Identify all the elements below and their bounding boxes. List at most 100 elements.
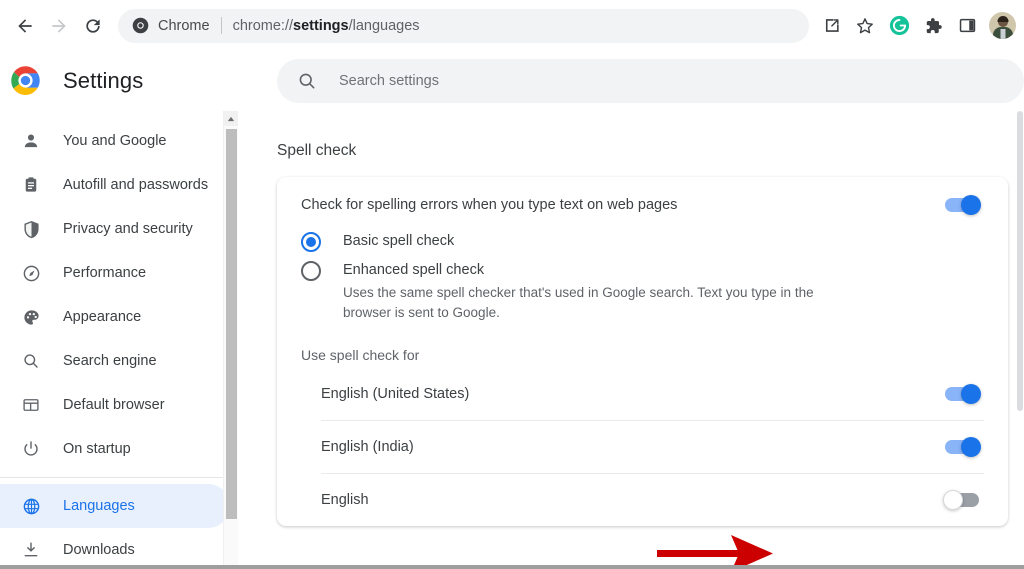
spellcheck-enable-label: Check for spelling errors when you type …: [301, 197, 678, 213]
search-input[interactable]: [339, 58, 1024, 103]
radio-label: Basic spell check: [343, 233, 455, 249]
omnibox-url: chrome://settings/languages: [233, 18, 420, 34]
language-label: English (United States): [321, 385, 470, 402]
back-button[interactable]: [8, 9, 42, 43]
url-bold-part: settings: [293, 17, 349, 34]
sidebar-item-default-browser[interactable]: Default browser: [0, 383, 230, 427]
language-toggle-english[interactable]: [943, 490, 979, 510]
reload-button[interactable]: [76, 9, 110, 43]
power-icon: [20, 438, 42, 460]
sidebar-item-languages[interactable]: Languages: [0, 484, 230, 528]
spellcheck-enable-row[interactable]: Check for spelling errors when you type …: [277, 177, 1008, 231]
bookmark-star-icon: [857, 17, 873, 33]
settings-main-content: Spell check Check for spelling errors wh…: [238, 111, 1024, 569]
settings-header: Settings: [0, 51, 1024, 111]
language-row-english-united-states[interactable]: English (United States): [321, 367, 984, 420]
sidebar-label: Languages: [63, 498, 135, 514]
share-icon: [825, 19, 839, 32]
sidebar-label: Downloads: [63, 542, 135, 558]
sidebar-item-on-startup[interactable]: On startup: [0, 427, 230, 471]
shield-icon: [20, 218, 42, 240]
sidebar-item-appearance[interactable]: Appearance: [0, 295, 230, 339]
radio-label: Enhanced spell check: [343, 262, 485, 278]
settings-brand: Settings: [0, 65, 277, 96]
browser-window-icon: [20, 394, 42, 416]
sidebar-label: Privacy and security: [63, 221, 193, 237]
sidebar-divider: [0, 477, 238, 478]
omnibox-separator: [220, 17, 222, 34]
spellcheck-enable-toggle[interactable]: [945, 195, 981, 215]
extensions-button[interactable]: [917, 10, 949, 42]
radio-row-basic-spell-check[interactable]: Basic spell check: [301, 231, 984, 260]
sidebar-item-performance[interactable]: Performance: [0, 251, 230, 295]
settings-sidebar: You and Google Autofill and passwords Pr…: [0, 111, 238, 569]
radio-description: Uses the same spell checker that's used …: [343, 285, 814, 320]
toggle-knob: [961, 383, 981, 404]
spell-check-card: Check for spelling errors when you type …: [277, 177, 1008, 526]
person-icon: [20, 130, 42, 152]
grammarly-extension-icon: [889, 15, 909, 36]
sidebar-item-privacy-security[interactable]: Privacy and security: [0, 207, 230, 251]
settings-body: You and Google Autofill and passwords Pr…: [0, 111, 1024, 569]
sidebar-label: Performance: [63, 265, 147, 281]
avatar-shirt: [1000, 28, 1005, 39]
sidebar-item-you-and-google[interactable]: You and Google: [0, 119, 230, 163]
toolbar-icons: [815, 10, 1016, 42]
sidebar-item-search-engine[interactable]: Search engine: [0, 339, 230, 383]
bookmark-button[interactable]: [849, 10, 881, 42]
toggle-knob: [943, 490, 963, 510]
radio-texts: Basic spell check: [343, 231, 984, 251]
avatar-hair: [997, 15, 1008, 22]
share-button[interactable]: [815, 10, 847, 42]
chrome-logo-icon: [10, 65, 41, 96]
use-spell-check-for-label: Use spell check for: [301, 347, 420, 363]
sidebar-label: Search engine: [63, 353, 157, 369]
sidebar-scroll-up-button[interactable]: [224, 111, 238, 126]
url-prefix: chrome://: [232, 17, 294, 34]
side-panel-button[interactable]: [951, 10, 983, 42]
toggle-knob: [961, 437, 981, 457]
toggle-knob: [961, 195, 981, 215]
browser-toolbar: Chrome chrome://settings/languages: [0, 0, 1024, 51]
sidebar-label: On startup: [63, 441, 131, 457]
radio-row-enhanced-spell-check[interactable]: Enhanced spell check Uses the same spell…: [301, 260, 984, 331]
download-icon: [20, 539, 42, 561]
window-bottom-edge: [0, 565, 1024, 569]
globe-icon: [20, 495, 42, 517]
language-toggle-english-india[interactable]: [945, 437, 981, 457]
address-bar[interactable]: Chrome chrome://settings/languages: [118, 8, 809, 43]
sidebar-item-autofill-passwords[interactable]: Autofill and passwords: [0, 163, 230, 207]
radio-basic-spell-check[interactable]: [301, 232, 321, 252]
language-label: English (India): [321, 439, 414, 455]
grammarly-extension-button[interactable]: [883, 10, 915, 42]
sidebar-label: Default browser: [63, 397, 165, 413]
language-toggle-english-united-states[interactable]: [945, 383, 981, 404]
language-row-english-india[interactable]: English (India): [321, 420, 984, 473]
profile-avatar[interactable]: [989, 12, 1016, 39]
chrome-icon: [132, 17, 149, 34]
clipboard-icon: [20, 174, 42, 196]
sidebar-scrollbar[interactable]: [223, 111, 238, 569]
main-scrollbar[interactable]: [1016, 111, 1024, 569]
arrow-left-icon: [18, 18, 32, 33]
search-icon: [297, 71, 317, 91]
sidebar-scrollbar-thumb[interactable]: [226, 129, 237, 519]
forward-button[interactable]: [42, 9, 76, 43]
radio-enhanced-spell-check[interactable]: [301, 261, 321, 281]
search-icon: [20, 350, 42, 372]
radio-texts: Enhanced spell check Uses the same spell…: [343, 260, 984, 323]
language-row-english[interactable]: English: [321, 473, 984, 526]
omnibox-chrome-label: Chrome: [158, 17, 210, 34]
reload-icon: [86, 18, 100, 33]
section-title: Spell check: [277, 142, 357, 159]
speedometer-icon: [20, 262, 42, 284]
settings-search-bar[interactable]: [277, 58, 1024, 103]
sidebar-item-downloads[interactable]: Downloads: [0, 528, 230, 569]
page-title: Settings: [63, 67, 144, 93]
main-scrollbar-thumb[interactable]: [1017, 111, 1023, 411]
extensions-puzzle-icon: [926, 17, 942, 33]
chevron-up-icon: [227, 116, 235, 121]
language-label: English: [321, 492, 369, 508]
sidebar-label: Autofill and passwords: [63, 177, 209, 193]
side-panel-icon: [959, 18, 975, 33]
